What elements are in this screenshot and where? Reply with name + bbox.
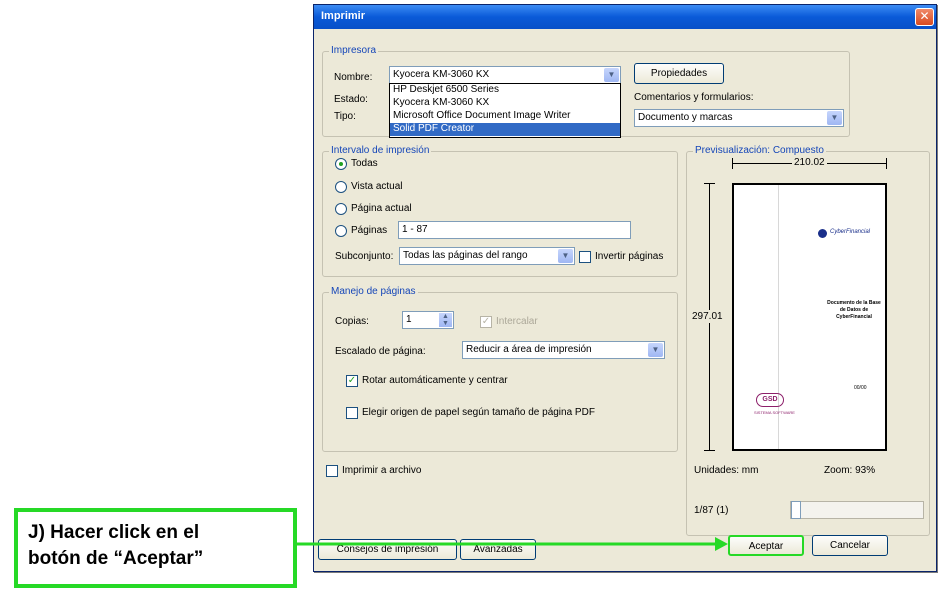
pages-range-input[interactable]: 1 - 87 [398, 221, 631, 239]
instruction-line-2: botón de “Aceptar” [28, 548, 204, 569]
close-button[interactable]: ✕ [915, 8, 934, 26]
printer-option[interactable]: Kyocera KM-3060 KX [390, 97, 620, 110]
callout-arrow [297, 537, 728, 551]
close-icon: ✕ [919, 9, 930, 23]
copies-value: 1 [406, 314, 412, 325]
page-handling-legend: Manejo de páginas [329, 286, 418, 297]
printer-state-label: Estado: [334, 94, 368, 105]
callout-arrow-head [715, 537, 728, 551]
reverse-pages-label[interactable]: Invertir páginas [595, 251, 663, 262]
chevron-down-icon[interactable]: ▼ [648, 343, 663, 357]
comments-select-value: Documento y marcas [638, 112, 733, 123]
current-page-radio[interactable] [335, 203, 347, 215]
copies-label: Copias: [335, 316, 369, 327]
preview-legend: Previsualización: Compuesto [693, 145, 826, 156]
scaling-select-value: Reducir a área de impresión [466, 344, 592, 355]
document-title: Documento de la Base de Datos de CyberFi… [827, 300, 881, 320]
pages-label[interactable]: Páginas [351, 225, 387, 236]
spinner-icon[interactable]: ▲ ▼ [439, 313, 452, 327]
title-bar: Imprimir ✕ [314, 5, 936, 29]
height-dimension-tick-top [704, 183, 715, 184]
subset-select[interactable]: Todas las páginas del rango ▼ [399, 247, 575, 265]
collate-label: Intercalar [496, 316, 538, 327]
units-label: Unidades: mm [694, 465, 759, 476]
document-logo-icon [818, 229, 827, 238]
printer-select-value: Kyocera KM-3060 KX [393, 69, 490, 80]
page-scroll-thumb[interactable] [791, 501, 801, 519]
height-dimension-tick-bottom [704, 450, 715, 451]
printer-option[interactable]: HP Deskjet 6500 Series [390, 84, 620, 97]
properties-button[interactable]: Propiedades [634, 63, 724, 84]
height-dimension-value: 297.01 [692, 310, 723, 323]
page-preview: CyberFinancial Documento de la Base de D… [732, 183, 887, 451]
current-view-label[interactable]: Vista actual [351, 181, 403, 192]
all-pages-radio[interactable] [335, 158, 347, 170]
document-date: 00/00 [854, 385, 867, 391]
copies-input[interactable]: 1 ▲ ▼ [402, 311, 454, 329]
printer-dropdown-list: HP Deskjet 6500 Series Kyocera KM-3060 K… [389, 83, 621, 138]
auto-rotate-checkbox[interactable]: ✓ [346, 375, 358, 387]
width-dimension-tick-left [732, 158, 733, 169]
printer-type-label: Tipo: [334, 111, 356, 122]
page-scroll-track[interactable] [790, 501, 924, 519]
document-footer-logo-icon: GSD [756, 393, 784, 407]
paper-source-label[interactable]: Elegir origen de papel según tamaño de p… [362, 407, 595, 418]
scaling-select[interactable]: Reducir a área de impresión ▼ [462, 341, 665, 359]
printer-option[interactable]: Microsoft Office Document Image Writer [390, 110, 620, 123]
printer-name-label: Nombre: [334, 72, 373, 83]
accept-button[interactable]: Aceptar [728, 535, 804, 556]
window-title: Imprimir [321, 10, 366, 22]
comments-label: Comentarios y formularios: [634, 92, 754, 103]
print-to-file-label[interactable]: Imprimir a archivo [342, 465, 421, 476]
chevron-down-icon[interactable]: ▼ [827, 111, 842, 125]
document-logo-text: CyberFinancial [830, 229, 871, 235]
reverse-pages-checkbox[interactable] [579, 251, 591, 263]
paper-source-checkbox[interactable] [346, 407, 358, 419]
printer-option-highlighted[interactable]: Solid PDF Creator [390, 123, 620, 136]
instruction-callout: J) Hacer click en el botón de “Aceptar” [14, 508, 297, 588]
width-dimension-value: 210.02 [792, 157, 827, 168]
range-group-legend: Intervalo de impresión [329, 145, 432, 156]
document-footer-logo-text: GSD [762, 396, 778, 403]
chevron-down-icon[interactable]: ▼ [558, 249, 573, 263]
current-page-label[interactable]: Página actual [351, 203, 412, 214]
page-counter: 1/87 (1) [694, 505, 729, 516]
width-dimension-tick-right [886, 158, 887, 169]
printer-group-legend: Impresora [329, 45, 379, 56]
print-to-file-checkbox[interactable] [326, 465, 338, 477]
scaling-label: Escalado de página: [335, 346, 426, 357]
auto-rotate-label[interactable]: Rotar automáticamente y centrar [362, 375, 508, 386]
subset-select-value: Todas las páginas del rango [403, 250, 528, 261]
cancel-button[interactable]: Cancelar [812, 535, 888, 556]
subset-label: Subconjunto: [335, 251, 394, 262]
comments-select[interactable]: Documento y marcas ▼ [634, 109, 844, 127]
instruction-line-1: J) Hacer click en el [28, 522, 200, 543]
document-footer-caption: SISTEMA SOFTWARE [754, 410, 795, 415]
print-dialog: Imprimir ✕ Impresora Nombre: Kyocera KM-… [313, 4, 937, 572]
collate-checkbox[interactable]: ✓ [480, 316, 492, 328]
all-pages-label[interactable]: Todas [351, 158, 378, 169]
zoom-label: Zoom: 93% [824, 465, 876, 476]
pages-radio[interactable] [335, 225, 347, 237]
printer-select[interactable]: Kyocera KM-3060 KX ▼ [389, 66, 621, 84]
chevron-down-icon[interactable]: ▼ [604, 68, 619, 82]
current-view-radio[interactable] [335, 181, 347, 193]
